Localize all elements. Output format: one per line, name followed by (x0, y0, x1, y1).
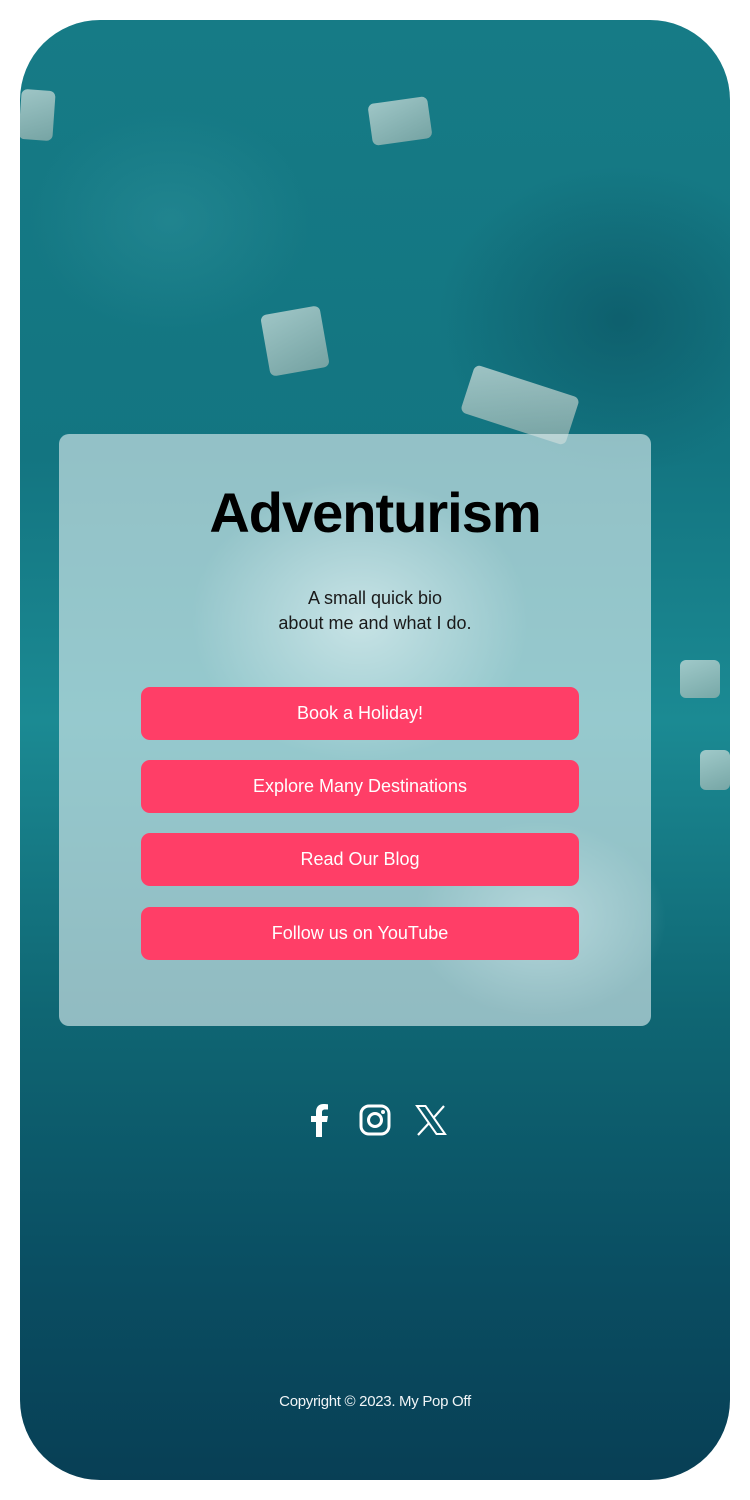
rock-decoration (680, 660, 720, 698)
rock-decoration (367, 96, 433, 146)
youtube-button[interactable]: Follow us on YouTube (141, 907, 579, 960)
rock-decoration (260, 305, 330, 377)
explore-destinations-button[interactable]: Explore Many Destinations (141, 760, 579, 813)
x-twitter-icon[interactable] (415, 1100, 447, 1140)
read-blog-button[interactable]: Read Our Blog (141, 833, 579, 886)
instagram-icon[interactable] (359, 1100, 391, 1140)
copyright-text: Copyright © 2023. My Pop Off (279, 1393, 471, 1410)
bio-line: about me and what I do. (278, 613, 472, 633)
book-holiday-button[interactable]: Book a Holiday! (141, 687, 579, 740)
rock-decoration (20, 88, 56, 142)
facebook-icon[interactable] (303, 1100, 335, 1140)
page-title: Adventurism (209, 481, 541, 544)
social-links (0, 1100, 750, 1140)
bio-text: A small quick bio about me and what I do… (0, 586, 750, 636)
bio-line: A small quick bio (307, 588, 443, 608)
rock-decoration (700, 750, 730, 790)
